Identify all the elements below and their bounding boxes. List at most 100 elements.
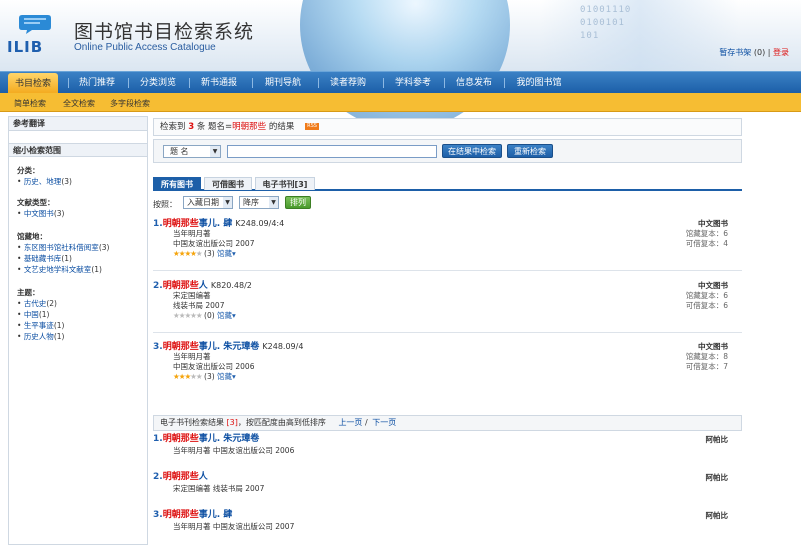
facet-link[interactable]: 文艺史地学科文献室 <box>24 265 92 274</box>
subnav-fulltext-search[interactable]: 全文检索 <box>63 98 95 109</box>
record-title-link[interactable]: 明朝那些 <box>163 281 199 291</box>
nav-item-hot[interactable]: 热门推荐 <box>72 72 122 94</box>
facet-link[interactable]: 中文图书 <box>24 209 54 218</box>
holdings-toggle[interactable]: 馆藏▾ <box>217 249 236 258</box>
record-title-link[interactable]: 事儿. 肆 <box>199 219 233 229</box>
binary-line: 01001110 <box>580 5 632 15</box>
facet-link[interactable]: 古代史 <box>24 299 47 308</box>
ebook-title-link[interactable]: 明朝那些 <box>163 434 199 444</box>
facet-item[interactable]: • 东区图书馆社科借阅室(3) <box>17 242 109 253</box>
header-divider: | <box>767 48 771 57</box>
nav-item-subject[interactable]: 学科参考 <box>388 72 438 94</box>
facet-link[interactable]: 历史、地理 <box>24 177 62 186</box>
record-available-copies: 可借复本：7 <box>685 362 728 371</box>
binary-line: 101 <box>580 31 600 41</box>
record-number: 2. <box>153 281 163 291</box>
facet-item[interactable]: • 基础藏书库(1) <box>17 253 109 264</box>
facet-count: (3) <box>53 209 65 218</box>
ebook-title-link[interactable]: 事儿. 朱元璋卷 <box>199 434 260 444</box>
search-in-results-button[interactable]: 在结果中检索 <box>442 144 502 158</box>
facet-item[interactable]: • 中文图书(3) <box>17 208 64 219</box>
nav-separator <box>383 78 384 88</box>
record-author: 当年明月著 <box>173 229 211 238</box>
holdings-toggle[interactable]: 馆藏▾ <box>217 311 236 320</box>
holdings-toggle[interactable]: 馆藏▾ <box>217 372 236 381</box>
facet-title: 文献类型： <box>17 198 55 207</box>
facet-count: (1) <box>61 254 72 263</box>
tab-all-books[interactable]: 所有图书 <box>153 177 201 190</box>
record-title-link[interactable]: 人 <box>199 281 208 291</box>
subnav-multifield-search[interactable]: 多字段检索 <box>110 98 150 109</box>
holdings-label: 馆藏 <box>217 311 233 320</box>
facet-link[interactable]: 历史人物 <box>24 332 54 341</box>
record-title-link[interactable]: 明朝那些 <box>163 219 199 229</box>
login-link[interactable]: 登录 <box>773 48 789 57</box>
binary-line: 0100101 <box>580 18 625 28</box>
call-number: K248.09/4:4 <box>235 219 285 228</box>
facet-item[interactable]: • 历史人物(1) <box>17 331 64 342</box>
record-item: 3.明朝那些事儿. 朱元璋卷 K248.09/4 当年明月著 中国友谊出版公司 … <box>153 342 742 382</box>
facet-link[interactable]: 基础藏书库 <box>24 254 62 263</box>
new-search-button[interactable]: 重新检索 <box>507 144 553 158</box>
sort-field-select[interactable]: 入藏日期 ▼ <box>183 196 233 209</box>
ebook-title-line: 2.明朝那些人 <box>153 472 742 483</box>
facet-item[interactable]: • 生平事迹(1) <box>17 320 64 331</box>
record-divider <box>153 332 742 333</box>
result-summary: 检索到 3 条 题名=明朝那些 的结果 RSS <box>153 118 742 136</box>
record-publisher: 中国友谊出版公司 2006 <box>173 362 255 371</box>
facet-item[interactable]: • 中国(1) <box>17 309 64 320</box>
sort-button[interactable]: 排列 <box>285 196 311 209</box>
subnav-simple-search[interactable]: 简单检索 <box>14 98 46 109</box>
facet-link[interactable]: 东区图书馆社科借阅室 <box>24 243 99 252</box>
nav-item-journals[interactable]: 期刊导航 <box>258 72 308 94</box>
shelf-link[interactable]: 暂存书架 <box>719 48 751 57</box>
ebook-title-line: 1.明朝那些事儿. 朱元璋卷 <box>153 434 742 445</box>
chevron-down-icon: ▼ <box>223 197 232 208</box>
nav-item-my-library[interactable]: 我的图书馆 <box>509 72 569 94</box>
sort-field-value: 入藏日期 <box>187 198 219 207</box>
ebook-title-link[interactable]: 明朝那些 <box>163 472 199 482</box>
facet-item[interactable]: • 历史、地理(3) <box>17 176 72 187</box>
result-suffix: 的结果 <box>268 122 295 132</box>
facet-link[interactable]: 中国 <box>24 310 39 319</box>
result-count: 3 <box>188 122 195 132</box>
sub-nav: 简单检索 全文检索 多字段检索 <box>0 93 801 112</box>
nav-item-info[interactable]: 信息发布 <box>449 72 499 94</box>
nav-item-recommend[interactable]: 读者荐购 <box>323 72 373 94</box>
record-available-copies: 可借复本：4 <box>685 239 728 248</box>
tab-ebooks[interactable]: 电子书刊[3] <box>255 177 315 190</box>
ebook-results-bar: 电子书刊检索结果 [3]，按匹配度由高到低排序 上一页 / 下一页 <box>153 415 742 431</box>
star-empty-icon: ★ <box>195 249 203 258</box>
ebook-title-link[interactable]: 明朝那些 <box>163 510 199 520</box>
chevron-down-icon: ▼ <box>269 197 278 208</box>
main-nav: 书目检索 热门推荐 分类浏览 新书通报 期刊导航 读者荐购 学科参考 信息发布 … <box>0 71 801 94</box>
record-title-line: 2.明朝那些人 K820.48/2 <box>153 281 742 291</box>
nav-item-new-books[interactable]: 新书通报 <box>194 72 244 94</box>
ebook-suffix: ，按匹配度由高到低排序 <box>237 418 326 427</box>
ebook-title-link[interactable]: 人 <box>199 472 208 482</box>
record-title-line: 3.明朝那些事儿. 朱元璋卷 K248.09/4 <box>153 342 742 352</box>
logo-text: ILIB <box>7 38 44 56</box>
sort-order-select[interactable]: 降序 ▼ <box>239 196 279 209</box>
nav-item-browse[interactable]: 分类浏览 <box>133 72 183 94</box>
search-input[interactable] <box>227 145 437 158</box>
shelf-count: (0) <box>753 48 766 57</box>
ebook-title-link[interactable]: 事儿. 肆 <box>199 510 233 520</box>
chevron-down-icon[interactable]: ▼ <box>210 146 220 157</box>
record-title-link[interactable]: 事儿. 朱元璋卷 <box>199 342 260 352</box>
search-field-select[interactable]: 题 名 ▼ <box>163 145 221 158</box>
next-page-link[interactable]: 下一页 <box>372 418 396 427</box>
ebook-item: 3.明朝那些事儿. 肆 当年明月著 中国友谊出版公司 2007 阿帕比 <box>153 510 742 532</box>
facet-item[interactable]: • 古代史(2) <box>17 298 64 309</box>
nav-separator <box>504 78 505 88</box>
record-author: 当年明月著 <box>173 352 211 361</box>
facet-item[interactable]: • 文艺史地学科文献室(1) <box>17 264 109 275</box>
facet-link[interactable]: 生平事迹 <box>24 321 54 330</box>
prev-page-link[interactable]: 上一页 <box>338 418 362 427</box>
page-title: 图书馆书目检索系统 <box>74 21 255 43</box>
rss-icon[interactable]: RSS <box>305 123 319 130</box>
tab-available-books[interactable]: 可借图书 <box>204 177 252 190</box>
record-number: 3. <box>153 342 163 352</box>
record-title-link[interactable]: 明朝那些 <box>163 342 199 352</box>
nav-item-search[interactable]: 书目检索 <box>8 73 58 94</box>
